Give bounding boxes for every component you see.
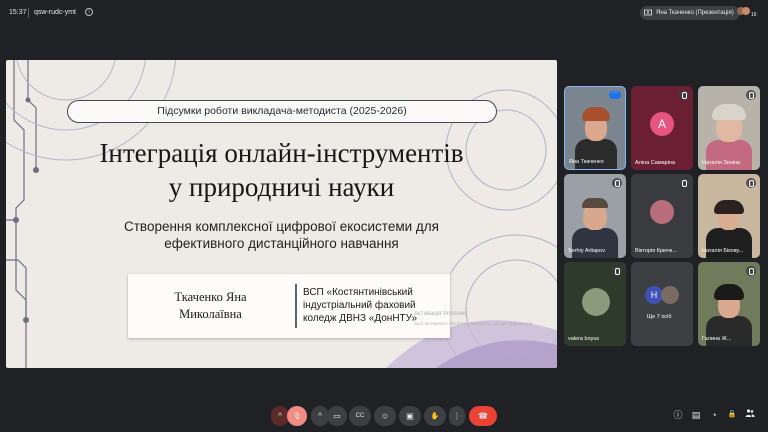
- windows-watermark: Активація Windows: [414, 311, 468, 317]
- avatar: A: [650, 112, 674, 136]
- divider: [28, 8, 29, 18]
- mic-off-icon: [746, 266, 756, 276]
- mic-off-icon: [612, 178, 622, 188]
- participants-count: 16: [751, 12, 757, 18]
- present-screen-icon: ▣: [406, 411, 414, 421]
- participant-tile[interactable]: A Аліна Самаріна: [631, 86, 693, 170]
- slide-subtitle-line1: Створення комплексної цифрової екосистем…: [124, 219, 439, 234]
- participant-name: Яна Ткаченко: [569, 159, 604, 165]
- author-box: Ткаченко Яна Миколаївна ВСП «Костянтинів…: [128, 274, 450, 338]
- mic-toggle-button[interactable]: 🎙: [287, 406, 307, 426]
- org-line1: ВСП «Костянтинівський: [303, 287, 413, 298]
- clock-time: 15:37: [9, 9, 27, 16]
- participant-name: valera boyus: [568, 336, 600, 342]
- presenting-label: Яна Ткаченко (Презентація): [656, 10, 734, 16]
- mic-off-icon: [679, 90, 689, 100]
- more-options-icon[interactable]: ···: [609, 90, 621, 99]
- mic-off-icon: [679, 178, 689, 188]
- more-participants-label: Ще 7 осіб: [647, 314, 672, 320]
- raise-hand-button[interactable]: ✋: [424, 406, 446, 426]
- leave-call-icon: ☎: [478, 411, 488, 421]
- slide-subtitle-line2: ефективного дистанційного навчання: [164, 236, 399, 251]
- more-options-button[interactable]: ⋮: [449, 406, 465, 426]
- participant-name: Наталія Зеніна: [702, 160, 741, 166]
- participant-name: Вікторія Крючк...: [635, 248, 677, 254]
- author-divider: [295, 284, 297, 328]
- mic-off-icon: [746, 90, 756, 100]
- avatar-photo: [661, 286, 679, 304]
- author-name: Ткаченко Яна Миколаївна: [128, 289, 293, 323]
- participant-name: Serhiy Artiapov: [568, 248, 605, 254]
- author-name-line1: Ткаченко Яна: [174, 290, 247, 304]
- more-participants-tile[interactable]: H Ще 7 осіб: [631, 262, 693, 346]
- captions-button[interactable]: CC: [349, 406, 371, 426]
- participant-tile[interactable]: valera boyus: [564, 262, 626, 346]
- participant-tile[interactable]: Serhiy Artiapov: [564, 174, 626, 258]
- slide-banner: Підсумки роботи викладача-методиста (202…: [67, 100, 497, 123]
- leave-call-button[interactable]: ☎: [469, 406, 497, 426]
- avatar-photo: [650, 200, 674, 224]
- hand-icon: ✋: [430, 413, 440, 420]
- present-button[interactable]: ▣: [399, 406, 421, 426]
- present-screen-icon: [644, 9, 652, 16]
- people-icon[interactable]: [743, 408, 757, 422]
- participant-tile[interactable]: Наталія Зеніна: [698, 86, 760, 170]
- meeting-details-icon[interactable]: ⓘ: [671, 408, 685, 422]
- top-bar: 15:37 qsw-rudc-ymt i Яна Ткаченко (Презе…: [0, 0, 768, 28]
- more-vert-icon: ⋮: [453, 411, 461, 421]
- mic-off-icon: [746, 178, 756, 188]
- avatar: [742, 7, 750, 15]
- participant-name: Аліна Самаріна: [635, 160, 676, 166]
- meeting-code[interactable]: qsw-rudc-ymt: [34, 9, 76, 16]
- participant-name: Галина Ж...: [702, 336, 732, 342]
- author-organization: ВСП «Костянтинівський індустріальний фах…: [303, 286, 448, 325]
- presenting-chip[interactable]: Яна Ткаченко (Презентація): [640, 6, 740, 20]
- camera-icon: ▭: [333, 411, 341, 421]
- camera-toggle-button[interactable]: ▭: [327, 406, 347, 426]
- participant-hair: [714, 200, 744, 214]
- participant-tile[interactable]: Галина Ж...: [698, 262, 760, 346]
- participant-name: Наталія Бікову...: [702, 248, 744, 254]
- control-bar: ^ 🎙 ^ ▭ CC ☺ ▣ ✋ ⋮ ☎ ⓘ ▤ ◔ 🔒: [0, 400, 768, 432]
- windows-watermark-detail: Щоб активувати Windows, перейдіть у розд…: [414, 321, 534, 326]
- emoji-button[interactable]: ☺: [374, 406, 396, 426]
- info-icon[interactable]: i: [85, 8, 93, 16]
- captions-icon: CC: [355, 413, 365, 419]
- mic-off-icon: 🎙: [292, 413, 302, 420]
- slide-title-line1: Інтеграція онлайн-інструментів: [99, 138, 464, 168]
- people-glyph: [745, 409, 755, 417]
- host-controls-icon[interactable]: 🔒: [725, 408, 739, 422]
- participants-chip[interactable]: 16: [737, 6, 761, 20]
- chat-icon[interactable]: ▤: [689, 408, 703, 422]
- participant-hair: [582, 198, 608, 208]
- avatar-photo: [582, 288, 610, 316]
- presentation-slide: Підсумки роботи викладача-методиста (202…: [6, 60, 557, 368]
- chevron-up-icon: ^: [318, 411, 322, 421]
- participant-video: [575, 139, 617, 169]
- chevron-up-icon: ^: [278, 411, 282, 421]
- emoji-icon: ☺: [380, 411, 390, 421]
- participant-hair: [712, 104, 746, 120]
- participant-tile[interactable]: Наталія Бікову...: [698, 174, 760, 258]
- participant-tile[interactable]: ··· Яна Ткаченко: [564, 86, 626, 170]
- slide-title-line2: у природничі науки: [168, 172, 395, 202]
- participant-hair: [714, 284, 744, 300]
- participant-hair: [582, 107, 610, 121]
- author-name-line2: Миколаївна: [179, 307, 242, 321]
- participant-tile[interactable]: Вікторія Крючк...: [631, 174, 693, 258]
- activities-icon[interactable]: ◔: [707, 408, 721, 422]
- mic-off-icon: [612, 266, 622, 276]
